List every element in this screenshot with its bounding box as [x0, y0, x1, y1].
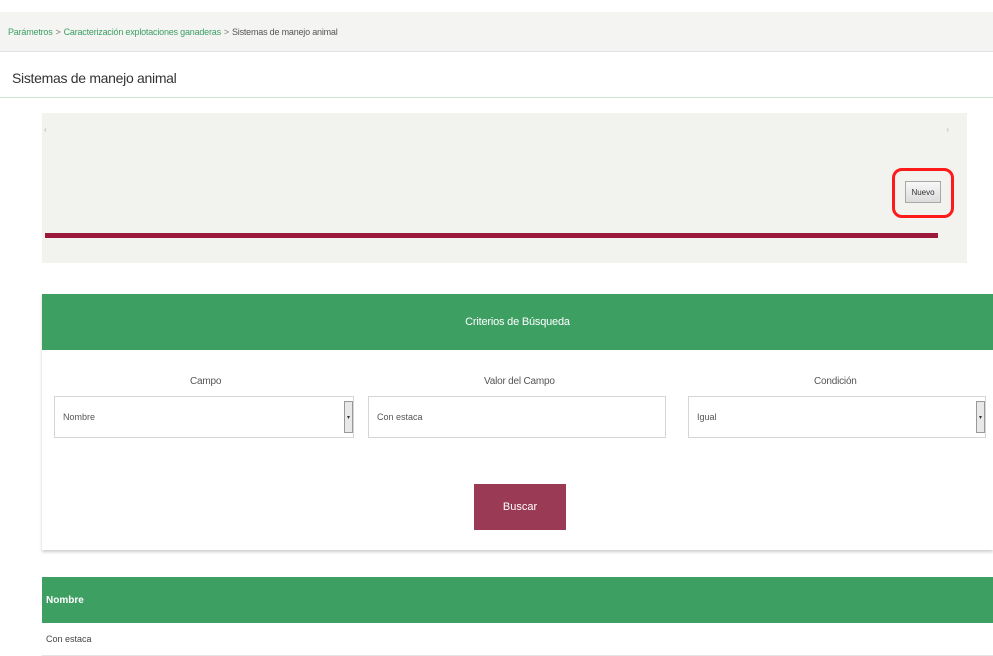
- chevron-down-icon[interactable]: ▾: [344, 401, 353, 433]
- new-button-highlight: Nuevo: [892, 168, 954, 218]
- field-select-value: Nombre: [63, 412, 96, 422]
- condition-label: Condición: [814, 376, 857, 387]
- table-cell-nombre: Con estaca: [46, 634, 92, 644]
- table-row[interactable]: Con estaca: [42, 623, 993, 656]
- page-title: Sistemas de manejo animal: [12, 70, 177, 86]
- field-select[interactable]: Nombre ▾: [54, 396, 354, 438]
- chevron-down-icon[interactable]: ▾: [976, 401, 985, 433]
- breadcrumb-current: Sistemas de manejo animal: [231, 26, 338, 37]
- action-panel: ‹ › Nuevo: [42, 113, 967, 263]
- condition-select[interactable]: Igual ▾: [688, 396, 986, 438]
- search-button[interactable]: Buscar: [474, 484, 566, 530]
- breadcrumb-separator: >: [55, 26, 61, 37]
- breadcrumb-separator: >: [223, 26, 229, 37]
- value-label: Valor del Campo: [484, 376, 555, 387]
- search-criteria-card: Criterios de Búsqueda Campo Nombre ▾ Val…: [42, 294, 993, 550]
- results-table-header: Nombre: [42, 577, 993, 623]
- new-button[interactable]: Nuevo: [905, 181, 941, 203]
- condition-select-value: Igual: [697, 412, 717, 422]
- search-criteria-header: Criterios de Búsqueda: [42, 294, 993, 350]
- value-input-text: Con estaca: [377, 412, 423, 422]
- title-divider: [0, 97, 993, 98]
- scroll-left-icon[interactable]: ‹: [44, 125, 47, 134]
- column-header-nombre[interactable]: Nombre: [46, 595, 84, 606]
- field-label: Campo: [190, 376, 222, 387]
- accent-divider: [45, 233, 938, 238]
- scroll-right-icon[interactable]: ›: [946, 125, 949, 134]
- value-input[interactable]: Con estaca: [368, 396, 666, 438]
- breadcrumb: Parámetros > Caracterización explotacion…: [0, 12, 993, 52]
- breadcrumb-link-caracterizacion[interactable]: Caracterización explotaciones ganaderas: [64, 27, 222, 37]
- breadcrumb-link-parametros[interactable]: Parámetros: [8, 27, 53, 37]
